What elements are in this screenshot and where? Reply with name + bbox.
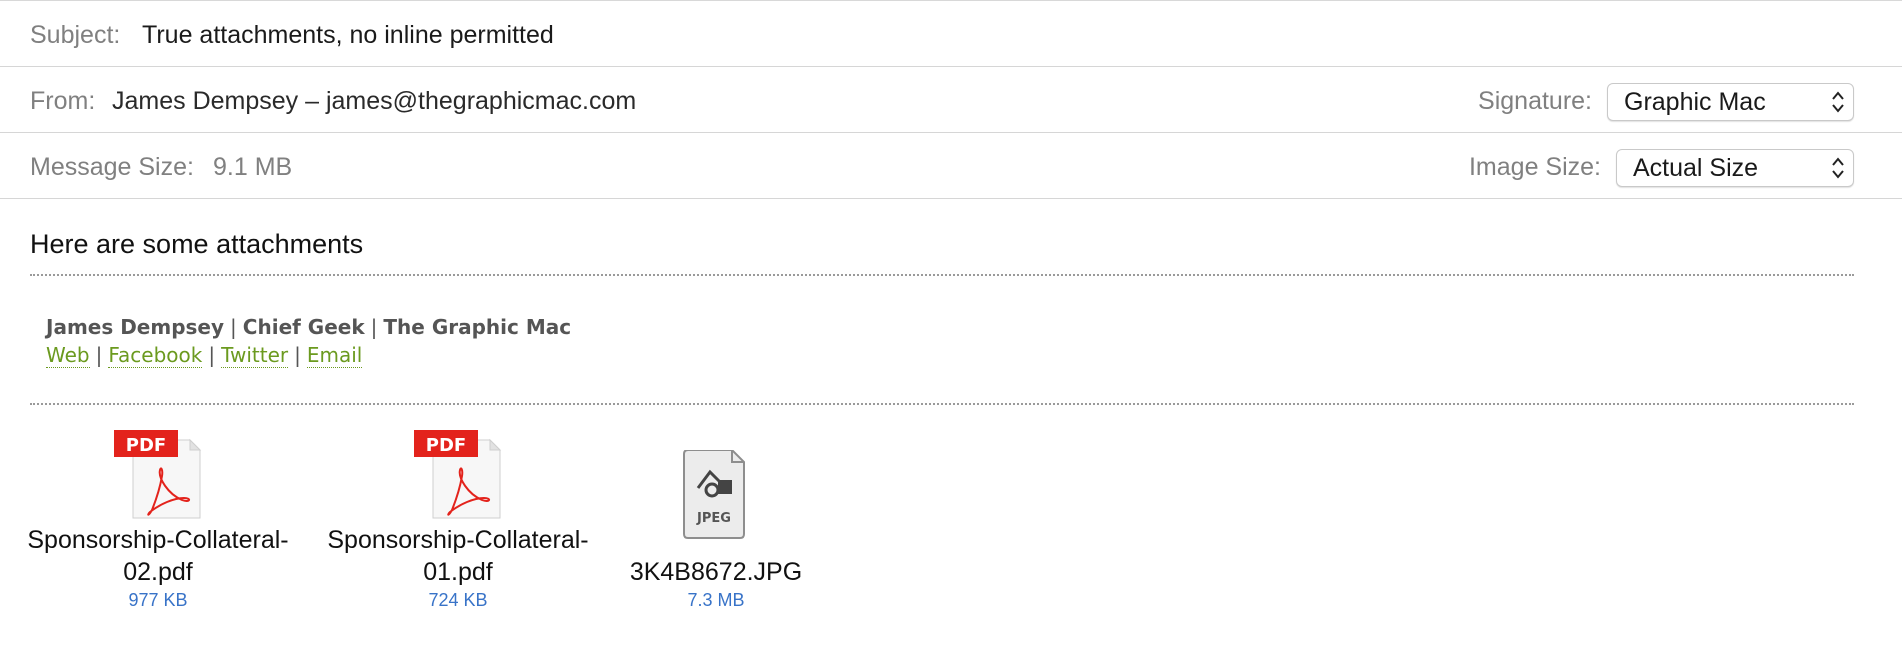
signature-link-facebook[interactable]: Facebook — [108, 343, 203, 368]
signature-separator: | — [370, 315, 378, 339]
pdf-document-icon: PDF — [412, 428, 504, 520]
up-down-chevron-icon — [1832, 157, 1844, 179]
signature-link-web[interactable]: Web — [46, 343, 90, 368]
message-body-text[interactable]: Here are some attachments — [30, 229, 363, 260]
signature-bottom-divider — [30, 403, 1854, 405]
signature-separator: | — [230, 315, 237, 339]
svg-text:PDF: PDF — [126, 435, 166, 456]
signature-title: Chief Geek — [242, 315, 365, 339]
message-size-value: 9.1 MB — [213, 153, 293, 181]
attachment-item[interactable]: PDF Sponsorship-Collateral- 02.pdf 977 K… — [18, 428, 298, 612]
message-size-label: Message Size: — [30, 153, 194, 181]
jpeg-document-icon: JPEG — [670, 428, 762, 539]
signature-top-divider — [30, 274, 1854, 276]
signature-popup-value: Graphic Mac — [1624, 88, 1766, 116]
signature-separator: | — [95, 343, 103, 367]
attachment-size: 724 KB — [428, 590, 488, 610]
from-account-selector[interactable]: James Dempsey – james@thegraphicmac.com — [112, 87, 636, 116]
signature-link-email[interactable]: Email — [306, 343, 363, 368]
from-label: From: — [30, 87, 96, 115]
attachment-size: 977 KB — [128, 590, 188, 610]
message-size-row: Message Size: 9.1 MB Image Size: Actual … — [0, 133, 1902, 199]
attachment-item[interactable]: JPEG 3K4B8672.JPG 7.3 MB — [576, 428, 856, 612]
image-size-label: Image Size: — [1468, 153, 1601, 181]
signature-label: Signature: — [1478, 87, 1592, 115]
image-size-popup[interactable]: Actual Size — [1616, 149, 1854, 187]
attachment-filename: Sponsorship-Collateral- 01.pdf — [327, 526, 589, 586]
up-down-chevron-icon — [1832, 91, 1844, 113]
pdf-document-icon: PDF — [112, 428, 204, 520]
signature-popup[interactable]: Graphic Mac — [1607, 83, 1854, 121]
signature-name: James Dempsey — [46, 315, 225, 339]
signature-company: The Graphic Mac — [383, 315, 572, 339]
from-row: From: James Dempsey – james@thegraphicma… — [0, 67, 1902, 133]
subject-label: Subject: — [30, 21, 121, 49]
signature-links-line: Web | Facebook | Twitter | Email — [46, 341, 571, 369]
subject-row: Subject: True attachments, no inline per… — [0, 1, 1902, 67]
svg-text:PDF: PDF — [426, 435, 466, 456]
attachment-size: 7.3 MB — [687, 590, 745, 610]
email-signature: James Dempsey | Chief Geek | The Graphic Mac… — [46, 313, 571, 369]
mail-compose-window: Subject: True attachments, no inline per… — [0, 0, 1902, 668]
svg-text:JPEG: JPEG — [696, 511, 731, 526]
signature-separator: | — [294, 343, 301, 367]
signature-identity-line: James Dempsey | Chief Geek | The Graphic Mac — [46, 313, 571, 341]
attachment-item[interactable]: PDF Sponsorship-Collateral- 01.pdf 724 K… — [318, 428, 598, 612]
attachment-filename: 3K4B8672.JPG — [629, 558, 803, 586]
subject-field[interactable]: True attachments, no inline permitted — [142, 21, 554, 50]
signature-link-twitter[interactable]: Twitter — [221, 343, 289, 368]
image-size-popup-value: Actual Size — [1633, 154, 1759, 182]
attachment-filename: Sponsorship-Collateral- 02.pdf — [27, 526, 289, 586]
signature-separator: | — [208, 343, 216, 367]
